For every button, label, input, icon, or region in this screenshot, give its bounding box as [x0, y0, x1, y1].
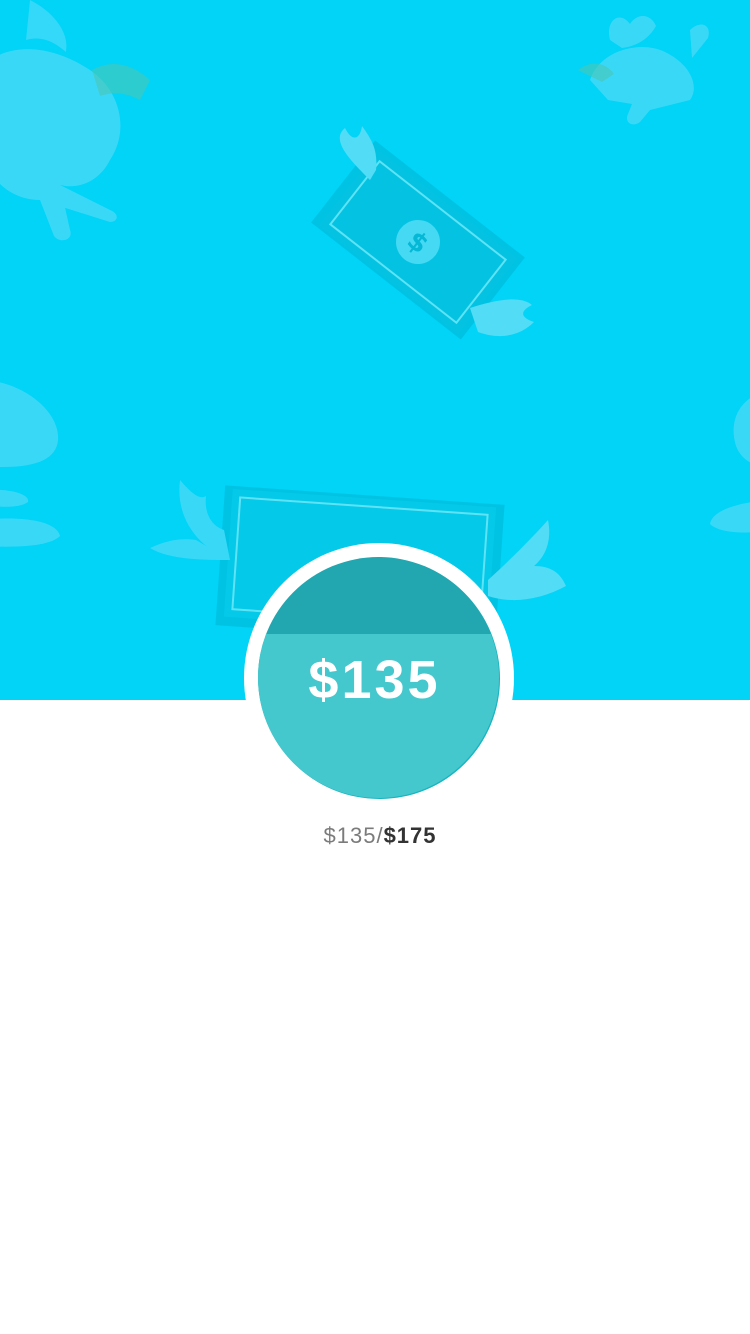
winged-dollar-bill-icon: $ [311, 126, 534, 340]
pegasus-icon [0, 0, 150, 241]
progress-gauge: $135 [258, 557, 499, 798]
goal-amount: $175 [383, 823, 437, 848]
progress-caption: $135/$175 [0, 823, 750, 849]
pegasus-icon [710, 398, 750, 533]
amount-separator: / [376, 823, 384, 848]
pegasus-icon [0, 382, 60, 547]
progress-amount: $135 [308, 650, 441, 710]
current-amount: $135 [323, 823, 377, 848]
pegasus-icon [578, 16, 709, 125]
progress-ring: $135 [244, 543, 514, 813]
